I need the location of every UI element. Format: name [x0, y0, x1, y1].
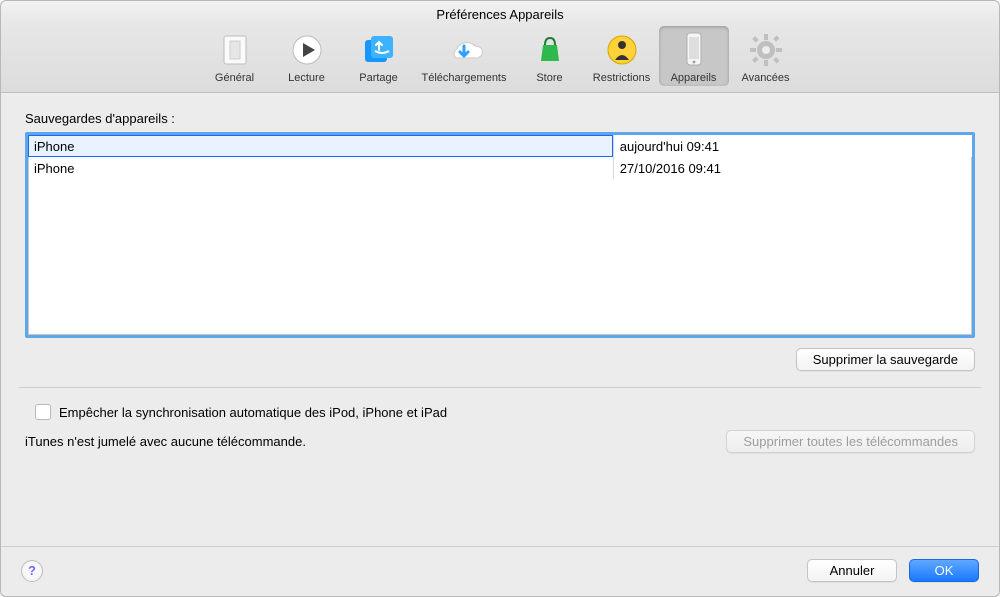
download-icon	[444, 30, 484, 70]
preferences-toolbar: Général Lecture Partage Téléchargements	[1, 24, 999, 93]
backups-heading: Sauvegardes d'appareils :	[25, 111, 975, 126]
tab-advanced[interactable]: Avancées	[731, 26, 801, 86]
tab-label: Téléchargements	[422, 72, 507, 84]
tab-playback[interactable]: Lecture	[272, 26, 342, 86]
divider	[19, 387, 981, 388]
tab-label: Général	[215, 72, 254, 84]
window-title: Préférences Appareils	[1, 1, 999, 24]
general-icon	[215, 30, 255, 70]
backup-date-cell: 27/10/2016 09:41	[613, 157, 972, 179]
backup-date-cell: aujourd'hui 09:41	[613, 135, 972, 157]
tab-label: Appareils	[671, 72, 717, 84]
delete-backup-button[interactable]: Supprimer la sauvegarde	[796, 348, 975, 371]
backups-table[interactable]: iPhone aujourd'hui 09:41 iPhone 27/10/20…	[25, 132, 975, 338]
prevent-sync-label: Empêcher la synchronisation automatique …	[59, 405, 447, 420]
preferences-window: Préférences Appareils Général Lecture Pa…	[0, 0, 1000, 597]
delete-all-remotes-button: Supprimer toutes les télécommandes	[726, 430, 975, 453]
tab-label: Lecture	[288, 72, 325, 84]
phone-icon	[674, 30, 714, 70]
tab-downloads[interactable]: Téléchargements	[416, 26, 513, 86]
remote-status-text: iTunes n'est jumelé avec aucune télécomm…	[25, 434, 306, 449]
tab-general[interactable]: Général	[200, 26, 270, 86]
tab-label: Store	[536, 72, 562, 84]
ok-button[interactable]: OK	[909, 559, 979, 582]
prevent-sync-row[interactable]: Empêcher la synchronisation automatique …	[35, 404, 975, 420]
backup-name-cell: iPhone	[28, 135, 613, 157]
tab-store[interactable]: Store	[515, 26, 585, 86]
tab-sharing[interactable]: Partage	[344, 26, 414, 86]
backup-name-cell: iPhone	[28, 157, 613, 179]
restrictions-icon	[602, 30, 642, 70]
tab-label: Avancées	[741, 72, 789, 84]
cancel-button[interactable]: Annuler	[807, 559, 897, 582]
play-icon	[287, 30, 327, 70]
tab-label: Partage	[359, 72, 398, 84]
table-row[interactable]: iPhone 27/10/2016 09:41	[28, 157, 972, 179]
table-row[interactable]: iPhone aujourd'hui 09:41	[28, 135, 972, 157]
tab-label: Restrictions	[593, 72, 650, 84]
dialog-footer: ? Annuler OK	[1, 546, 999, 596]
help-button[interactable]: ?	[21, 560, 43, 582]
prevent-sync-checkbox[interactable]	[35, 404, 51, 420]
content-area: Sauvegardes d'appareils : iPhone aujourd…	[1, 93, 999, 546]
gear-icon	[746, 30, 786, 70]
sharing-icon	[359, 30, 399, 70]
tab-devices[interactable]: Appareils	[659, 26, 729, 86]
tab-restrictions[interactable]: Restrictions	[587, 26, 657, 86]
store-icon	[530, 30, 570, 70]
